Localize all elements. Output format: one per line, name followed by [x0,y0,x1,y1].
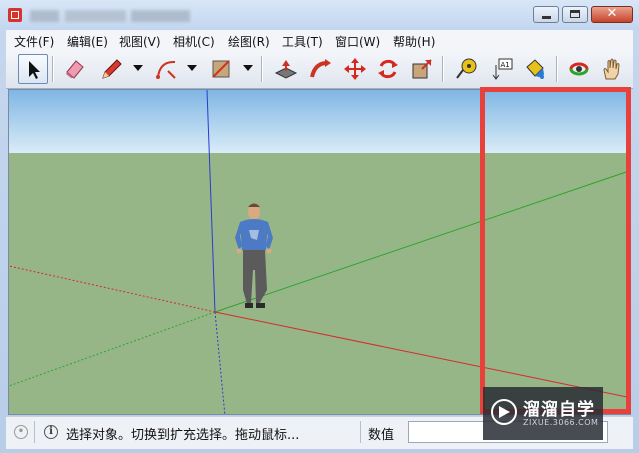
paint-bucket-tool-button[interactable] [520,54,550,84]
arc-dropdown-icon[interactable] [187,65,197,71]
status-message: 选择对象。切换到扩充选择。拖动鼠标... [66,428,300,443]
menu-help[interactable]: 帮助(H) [393,33,435,50]
geo-location-icon[interactable]: • [14,425,28,439]
red-axis-negative [9,265,216,313]
watermark-logo-icon [491,399,517,425]
toolbar-separator [556,56,557,82]
menu-draw[interactable]: 绘图(R) [228,33,270,50]
scale-icon [412,59,432,79]
push-pull-tool-button[interactable] [271,54,301,84]
text-tool-label: A1 [501,61,510,69]
toolbar-separator [442,56,443,82]
window-title [30,10,190,22]
close-button[interactable]: ✕ [591,6,633,23]
menu-edit[interactable]: 编辑(E) [67,33,108,50]
pan-icon [603,58,620,80]
move-tool-button[interactable] [340,54,370,84]
follow-me-tool-button[interactable] [306,54,336,84]
sketchup-logo-icon [8,8,22,22]
rectangle-dropdown-icon[interactable] [243,65,253,71]
status-divider [360,421,361,443]
menu-camera[interactable]: 相机(C) [173,33,215,50]
pencil-dropdown-icon[interactable] [133,65,143,71]
move-icon [344,58,366,80]
follow-me-icon [310,59,331,78]
green-axis-negative [9,311,216,387]
value-label: 数值 [368,428,395,443]
status-divider [34,421,35,443]
rotate-icon [378,59,398,79]
paint-bucket-icon [526,59,544,79]
maximize-button[interactable] [562,6,588,23]
pencil-tool-button[interactable] [97,54,127,84]
menu-window[interactable]: 窗口(W) [335,33,380,50]
arc-tool-button[interactable] [151,54,181,84]
eraser-icon [66,60,84,79]
text-tool-button[interactable]: A1 [487,54,517,84]
pan-tool-button[interactable] [597,54,627,84]
annotation-highlight-box [480,87,631,414]
rotate-tool-button[interactable] [373,54,403,84]
toolbar: A1 [6,50,633,89]
person-figure [235,203,273,308]
watermark-title: 溜溜自学 [523,400,595,420]
arc-icon [156,60,176,79]
rectangle-tool-button[interactable] [206,54,236,84]
title-bar: ✕ [0,0,639,30]
watermark: 溜溜自学 ZIXUE.3066.COM [483,387,603,440]
blue-axis [206,90,216,313]
orbit-icon [569,62,589,76]
menu-view[interactable]: 视图(V) [119,33,161,50]
blue-axis-negative [214,311,226,414]
minimize-button[interactable] [533,6,559,23]
select-icon [29,61,40,79]
info-icon[interactable]: i [44,425,58,439]
watermark-url: ZIXUE.3066.COM [523,418,599,427]
tape-measure-tool-button[interactable] [451,54,481,84]
sketchup-window: ✕ 文件(F) 编辑(E) 视图(V) 相机(C) 绘图(R) 工具(T) 窗口… [0,0,639,453]
tape-measure-icon [456,58,477,79]
push-pull-icon [274,60,298,79]
scale-tool-button[interactable] [407,54,437,84]
select-tool-button[interactable] [18,54,48,84]
close-icon: ✕ [606,6,618,21]
eraser-tool-button[interactable] [60,54,90,84]
menu-bar: 文件(F) 编辑(E) 视图(V) 相机(C) 绘图(R) 工具(T) 窗口(W… [6,30,633,50]
text-icon: A1 [492,58,513,80]
menu-tools[interactable]: 工具(T) [282,33,323,50]
menu-file[interactable]: 文件(F) [14,33,54,50]
toolbar-separator [52,56,53,82]
pencil-icon [102,59,122,79]
orbit-tool-button[interactable] [564,54,594,84]
toolbar-separator [261,56,262,82]
rectangle-icon [212,60,230,78]
